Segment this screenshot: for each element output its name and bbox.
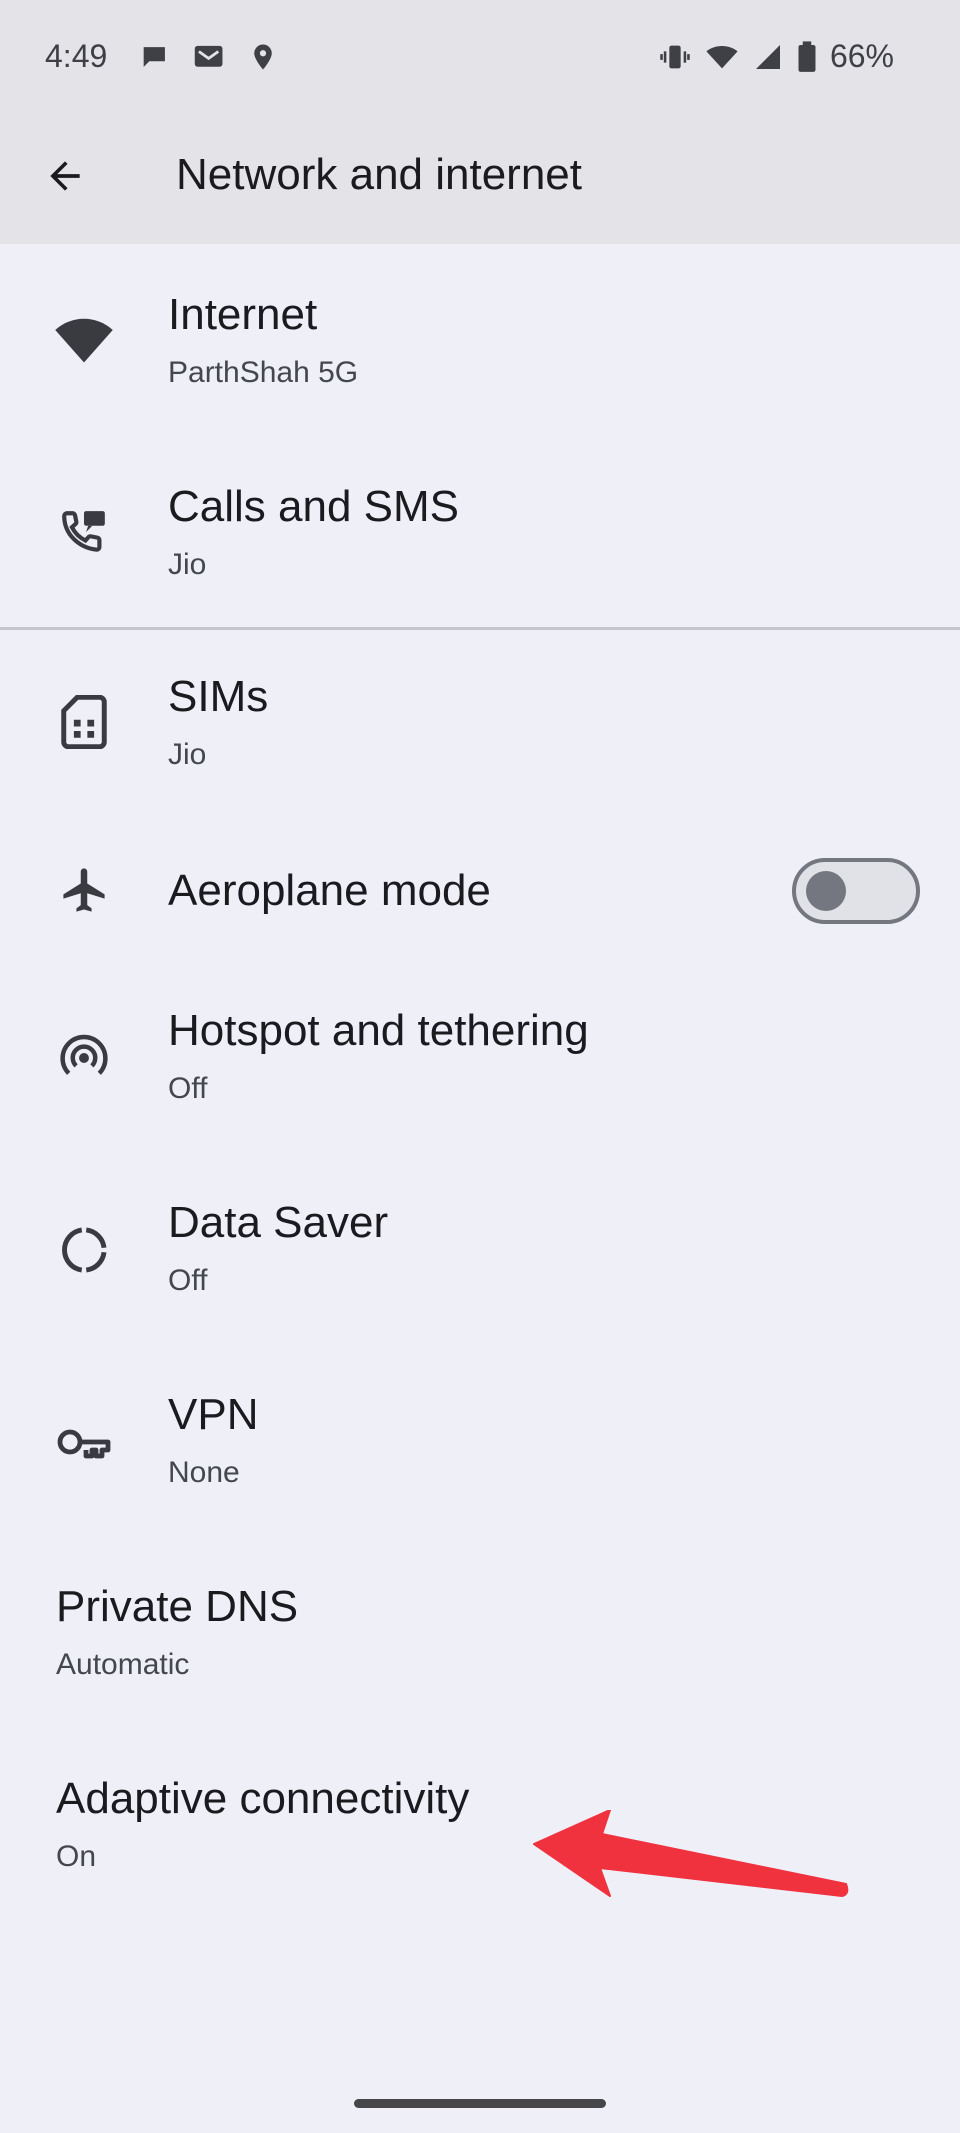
list-item-subtitle: On bbox=[56, 1840, 97, 1873]
list-item-vpn[interactable]: VPN None bbox=[0, 1348, 960, 1540]
list-item-title: Calls and SMS bbox=[168, 482, 460, 531]
list-item-title: Internet bbox=[168, 290, 318, 339]
data-saver-icon bbox=[52, 1218, 116, 1282]
list-item-private-dns[interactable]: Private DNS Automatic bbox=[0, 1540, 960, 1732]
sim-card-icon bbox=[52, 690, 116, 754]
list-item-subtitle: Off bbox=[168, 1264, 208, 1297]
list-item-title: Hotspot and tethering bbox=[168, 1006, 589, 1055]
status-time: 4:49 bbox=[45, 38, 108, 74]
list-item-calls-sms[interactable]: Calls and SMS Jio bbox=[0, 436, 960, 628]
list-item-subtitle: ParthShah 5G bbox=[168, 356, 359, 389]
list-item-title: SIMs bbox=[168, 672, 269, 721]
battery-percentage: 66% bbox=[829, 38, 894, 74]
aeroplane-mode-toggle[interactable] bbox=[792, 858, 920, 924]
list-item-internet[interactable]: Internet ParthShah 5G bbox=[0, 244, 960, 436]
top-header: 4:49 66% Network and internet bbox=[0, 0, 960, 244]
wifi-icon bbox=[704, 40, 740, 74]
wifi-icon bbox=[52, 308, 116, 372]
list-item-data-saver[interactable]: Data Saver Off bbox=[0, 1156, 960, 1348]
list-item-title: VPN bbox=[168, 1390, 259, 1439]
list-item-subtitle: None bbox=[168, 1456, 240, 1489]
arrow-back-icon bbox=[43, 154, 87, 203]
annotation-arrow bbox=[533, 1810, 849, 1897]
vibrate-icon bbox=[658, 40, 692, 74]
list-item-subtitle: Automatic bbox=[56, 1648, 190, 1681]
list-item-title: Aeroplane mode bbox=[168, 866, 491, 915]
signal-icon bbox=[752, 40, 784, 74]
list-item-title: Data Saver bbox=[168, 1198, 389, 1247]
back-button[interactable] bbox=[30, 150, 100, 206]
chat-bubble-icon bbox=[138, 40, 172, 82]
gesture-nav-handle[interactable] bbox=[354, 2099, 606, 2108]
message-card-icon bbox=[192, 40, 228, 82]
battery-icon bbox=[796, 40, 818, 74]
vpn-key-icon bbox=[52, 1410, 116, 1474]
airplane-icon bbox=[52, 858, 116, 922]
hotspot-icon bbox=[52, 1026, 116, 1090]
toggle-knob bbox=[806, 871, 846, 911]
list-item-sims[interactable]: SIMs Jio bbox=[0, 630, 960, 818]
status-right: 66% bbox=[658, 38, 894, 75]
list-item-title: Adaptive connectivity bbox=[56, 1774, 470, 1823]
status-left-icons bbox=[138, 40, 278, 82]
list-item-subtitle: Jio bbox=[168, 738, 207, 771]
list-item-subtitle: Off bbox=[168, 1072, 208, 1105]
page-title: Network and internet bbox=[176, 150, 582, 199]
calls-sms-icon bbox=[52, 500, 116, 564]
list-item-subtitle: Jio bbox=[168, 548, 207, 581]
status-bar: 4:49 66% bbox=[0, 0, 960, 115]
app-bar: Network and internet bbox=[0, 130, 960, 226]
list-item-hotspot[interactable]: Hotspot and tethering Off bbox=[0, 964, 960, 1156]
location-pin-icon bbox=[248, 40, 278, 82]
list-item-title: Private DNS bbox=[56, 1582, 299, 1631]
